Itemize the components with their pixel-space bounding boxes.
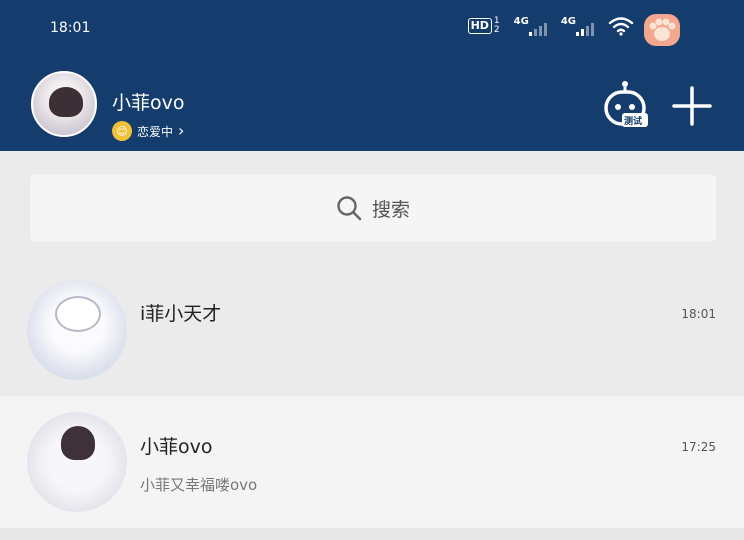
sim2-label: 4G [560,16,576,27]
chat-name: 小菲ovo [140,436,213,458]
wifi-icon [608,17,634,36]
plus-icon [672,86,712,126]
status-icons: HD 1 2 4G 4G [467,16,634,36]
hd-sup: 1 2 [494,17,500,35]
top-header: 18:01 HD 1 2 4G 4G 小菲ovo 😊 恋爱中 › 测试 [0,0,744,151]
status-emoji: 😊 [112,121,132,141]
list-divider [0,528,744,540]
chat-name: i菲小天才 [140,303,222,325]
chat-time: 17:25 [681,440,716,454]
robot-assistant-button[interactable]: 测试 [602,80,650,128]
status-time: 18:01 [50,20,91,36]
sim2-signal-icon: 4G [561,16,594,36]
chevron-right-icon: › [178,121,185,140]
profile-username[interactable]: 小菲ovo [112,88,185,115]
chat-time: 18:01 [681,307,716,321]
chat-list-item[interactable]: i菲小天才 18:01 [0,262,744,396]
paw-icon [644,14,680,46]
sim1-label: 4G [513,16,529,27]
search-bar[interactable]: 搜索 [30,174,716,242]
profile-status[interactable]: 😊 恋爱中 › [112,121,184,141]
sim1-signal-icon: 4G [514,16,547,36]
status-text: 恋爱中 [137,124,174,139]
hd-indicator: HD 1 2 [467,17,500,35]
add-button[interactable] [672,86,712,126]
chat-avatar[interactable] [27,280,127,380]
chat-avatar[interactable] [27,412,127,512]
chat-preview: 小菲又幸福喽ovo [140,476,258,494]
hd-sup-bottom: 2 [493,25,500,35]
chat-list-item[interactable]: 小菲ovo 17:25 小菲又幸福喽ovo [0,396,744,528]
profile-avatar[interactable] [31,71,97,137]
search-icon [337,196,362,221]
hd-label: HD [467,18,492,34]
robot-badge: 测试 [624,117,643,127]
search-placeholder: 搜索 [371,198,410,221]
